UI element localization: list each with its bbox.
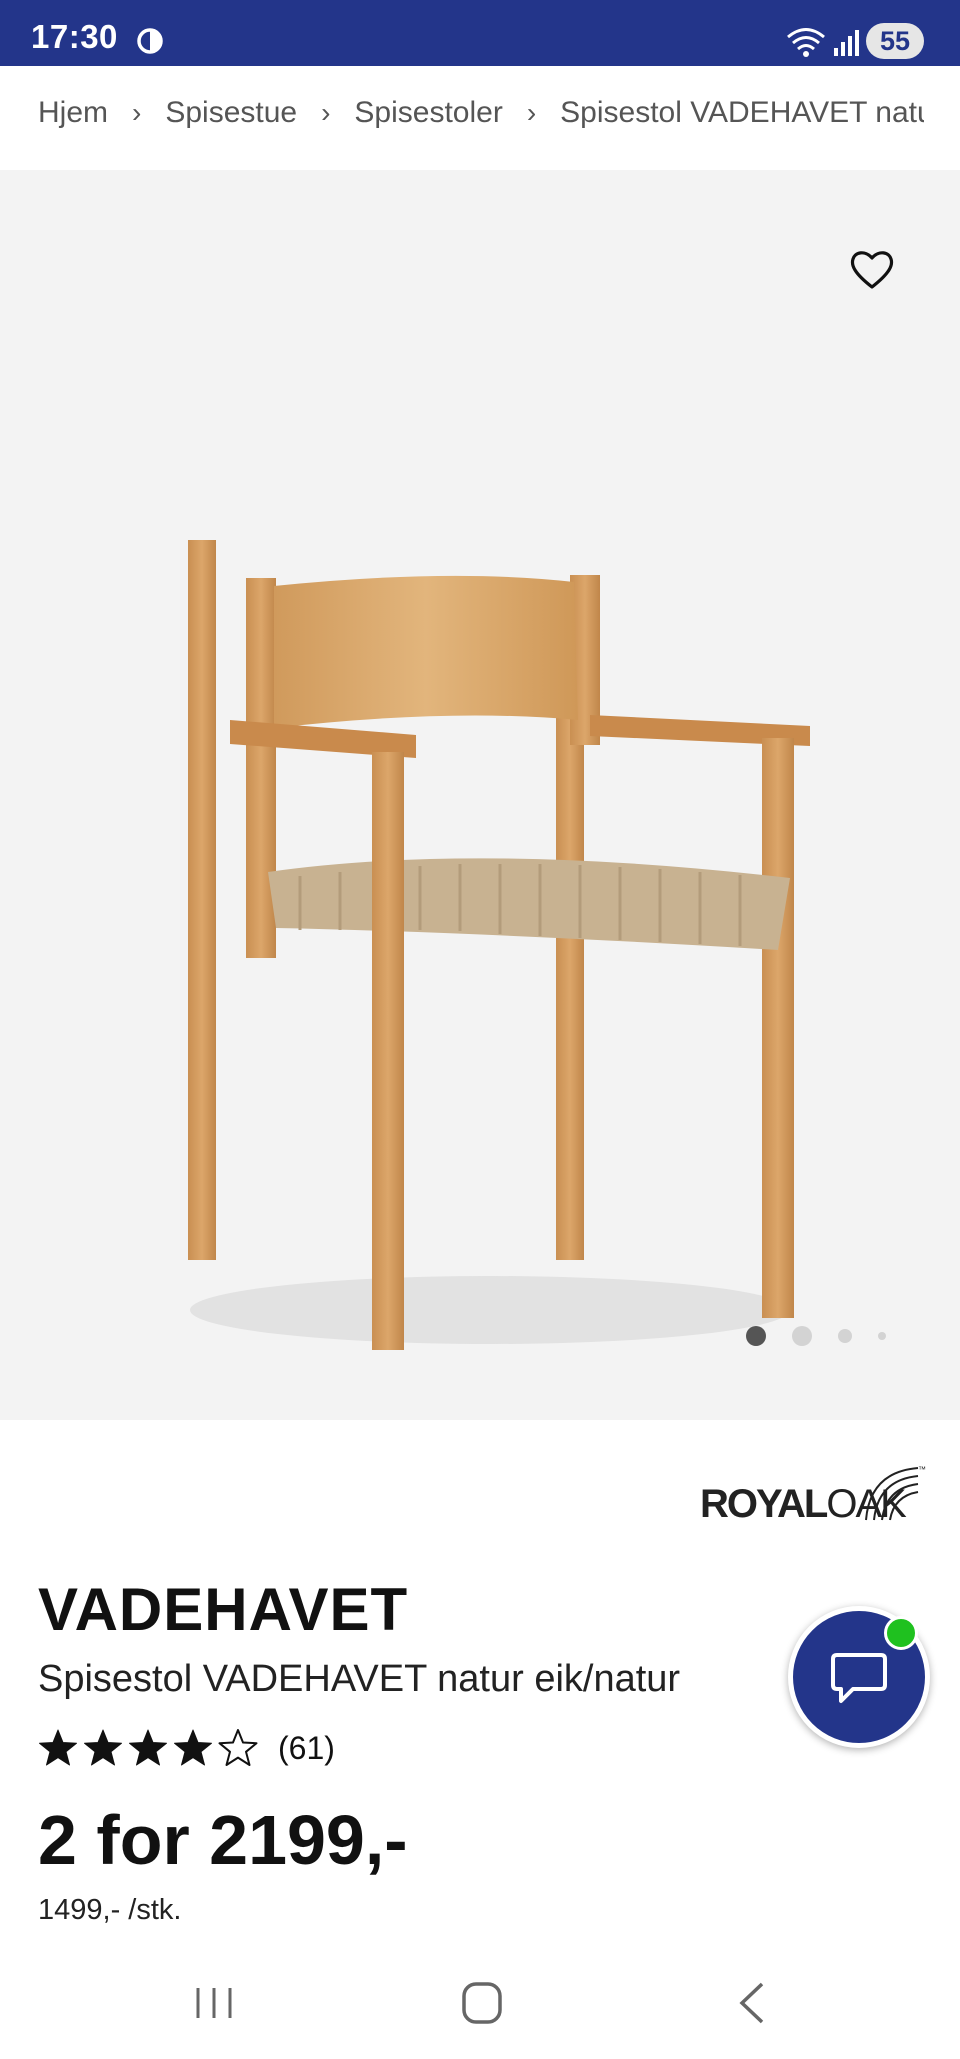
review-count[interactable]: (61): [278, 1730, 335, 1767]
breadcrumb-current: Spisestol VADEHAVET natur eik/natur: [560, 96, 924, 129]
pagination-dot[interactable]: [878, 1332, 886, 1340]
sync-icon: [137, 28, 163, 54]
recents-icon[interactable]: [192, 1984, 236, 2022]
product-price: 2 for 2199,-: [38, 1801, 408, 1879]
pagination-dot[interactable]: [792, 1326, 812, 1346]
star-filled-icon: [129, 1729, 167, 1766]
breadcrumb-separator: ›: [526, 97, 537, 128]
system-nav-bar: [0, 1944, 960, 2059]
breadcrumb-dining-room[interactable]: Spisestue: [165, 96, 297, 130]
battery-icon: 55: [866, 23, 924, 59]
product-rating[interactable]: (61): [38, 1724, 335, 1772]
chat-bubble-icon: [831, 1653, 887, 1703]
home-icon[interactable]: [460, 1980, 504, 2026]
brand-name-bold: ROYAL: [700, 1482, 828, 1526]
pagination-dot[interactable]: [838, 1329, 852, 1343]
brand-arc-icon: ™: [865, 1465, 926, 1521]
heart-outline-icon: [850, 251, 894, 289]
breadcrumb: Hjem › Spisestue › Spisestoler › Spisest…: [0, 66, 960, 170]
brand-trademark: ™: [918, 1465, 926, 1474]
favorite-button[interactable]: [846, 244, 898, 296]
breadcrumb-home[interactable]: Hjem: [38, 96, 108, 130]
gallery-pagination: [740, 1323, 900, 1347]
pagination-dot-active[interactable]: [746, 1326, 766, 1346]
status-time: 17:30: [31, 18, 118, 55]
product-image-gallery[interactable]: [0, 170, 960, 1420]
star-outline-icon: [218, 1729, 258, 1766]
star-filled-icon: [84, 1729, 122, 1766]
breadcrumb-dining-chairs[interactable]: Spisestoler: [354, 96, 502, 130]
product-subtitle: Spisestol VADEHAVET natur eik/natur: [38, 1658, 681, 1700]
rating-stars: [38, 1728, 258, 1768]
product-title: VADEHAVET: [38, 1576, 409, 1643]
chat-online-indicator: [884, 1616, 918, 1650]
unit-price: 1499,- /stk.: [38, 1894, 182, 1926]
signal-icon: [834, 30, 859, 56]
breadcrumb-separator: ›: [321, 97, 331, 128]
star-filled-icon: [174, 1729, 212, 1766]
battery-level: 55: [879, 25, 911, 56]
product-image: [188, 540, 810, 1350]
wifi-icon: [787, 28, 825, 57]
back-icon[interactable]: [734, 1980, 770, 2026]
star-filled-icon: [39, 1729, 77, 1766]
brand-logo[interactable]: ROYALOAK ™: [700, 1460, 926, 1528]
status-bar: 17:30 55: [0, 0, 960, 66]
breadcrumb-separator: ›: [132, 97, 142, 128]
